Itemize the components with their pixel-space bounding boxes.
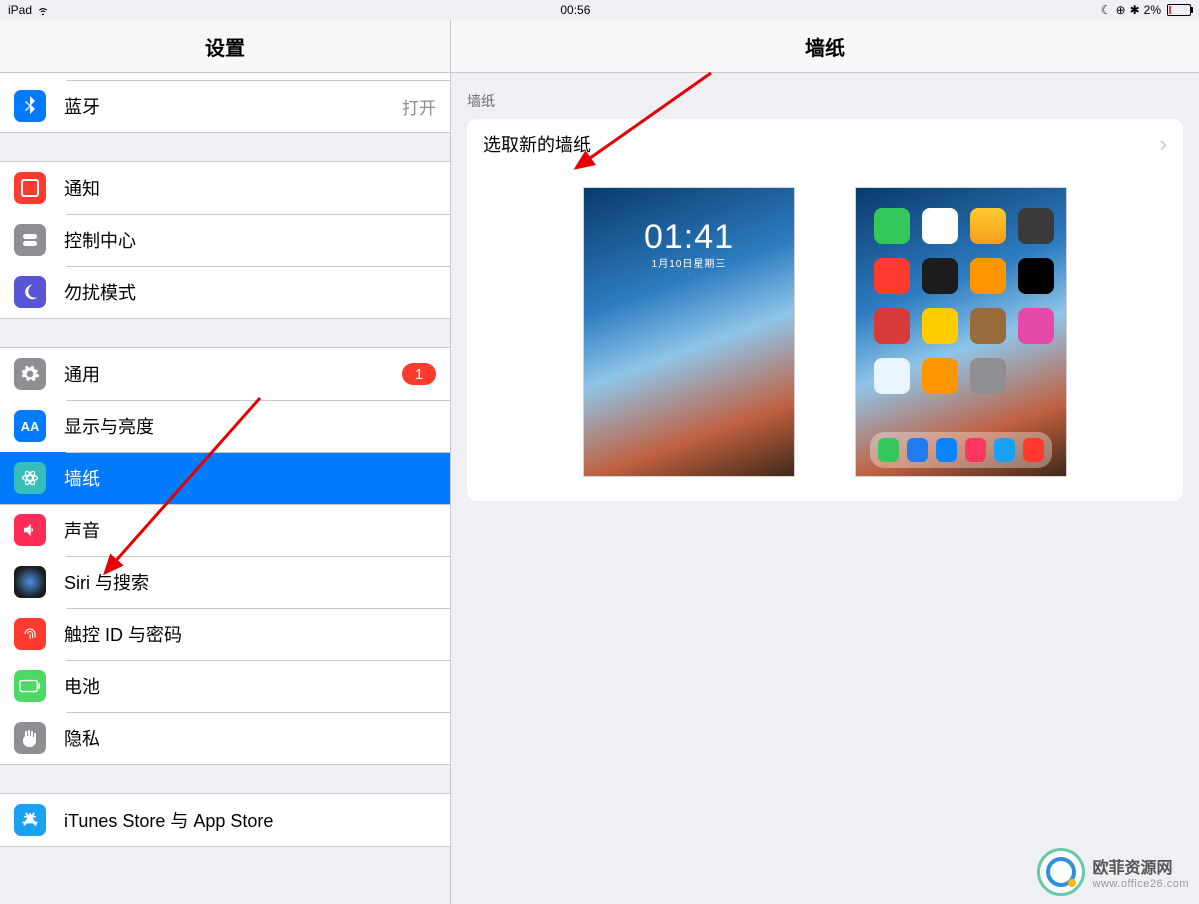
watermark-url: www.office26.com [1093,878,1189,890]
lock-date: 1月10日星期三 [584,255,794,270]
lock-rotation-icon: ⊕ [1116,3,1126,17]
sidebar-item-label: iTunes Store 与 App Store [64,807,436,833]
watermark: 欧菲资源网 www.office26.com [1037,848,1189,896]
sidebar-item-general[interactable]: 通用 1 [0,348,450,400]
sidebar-item-privacy[interactable]: 隐私 [0,712,450,764]
status-bar: iPad 00:56 ☾ ⊕ ✱ 2% [0,0,1199,20]
sidebar-item-label: Siri 与搜索 [64,569,436,595]
sidebar-item-label: 电池 [64,673,436,699]
sidebar-item-label: 显示与亮度 [64,413,436,439]
lock-time: 01:41 [584,218,794,257]
sidebar-item-siri[interactable]: Siri 与搜索 [0,556,450,608]
sidebar-item-bluetooth[interactable]: 蓝牙 打开 [0,80,450,132]
sidebar-item-control-center[interactable]: 控制中心 [0,214,450,266]
sidebar-item-label: 蓝牙 [64,93,402,119]
section-label: 墙纸 [451,73,1199,119]
sidebar-item-touchid[interactable]: 触控 ID 与密码 [0,608,450,660]
sidebar-item-unknown[interactable] [0,73,450,80]
sidebar-item-label: 通用 [64,361,402,387]
lock-subtext: · [584,270,794,277]
sidebar-item-label: 通知 [64,175,436,201]
hand-icon [14,722,46,754]
control-center-icon [14,224,46,256]
choose-wallpaper-label: 选取新的墙纸 [483,131,591,157]
battery-icon [1165,4,1191,16]
sidebar-item-label: 勿扰模式 [64,279,436,305]
clock: 00:56 [560,3,590,17]
chevron-right-icon: › [1160,131,1167,157]
moon-icon: ☾ [1101,3,1112,17]
sidebar-item-sound[interactable]: 声音 [0,504,450,556]
sidebar-item-label: 声音 [64,517,436,543]
settings-sidebar: 设置 蓝牙 打开 通知 [0,20,451,904]
sidebar-item-itunes[interactable]: iTunes Store 与 App Store [0,794,450,846]
lock-screen-preview[interactable]: 01:41 1月10日星期三 · [583,187,795,477]
siri-icon [14,566,46,598]
sidebar-item-label: 触控 ID 与密码 [64,621,436,647]
badge: 1 [402,363,436,385]
battery-pct: 2% [1144,3,1161,17]
detail-pane: 墙纸 墙纸 选取新的墙纸 › 01:41 1月10日星期三 · [451,20,1199,904]
gear-icon [14,358,46,390]
watermark-name: 欧菲资源网 [1093,854,1189,878]
watermark-logo-icon [1037,848,1085,896]
wifi-icon [36,3,50,17]
choose-wallpaper-row[interactable]: 选取新的墙纸 › [467,119,1183,169]
sidebar-item-value: 打开 [402,94,436,119]
home-app-grid [874,208,1048,394]
home-dock [870,432,1052,468]
sidebar-item-dnd[interactable]: 勿扰模式 [0,266,450,318]
appstore-icon [14,804,46,836]
sidebar-item-label: 控制中心 [64,227,436,253]
detail-title: 墙纸 [451,20,1199,73]
home-screen-preview[interactable] [855,187,1067,477]
sound-icon [14,514,46,546]
fingerprint-icon [14,618,46,650]
battery-icon [14,670,46,702]
display-icon: AA [14,410,46,442]
sidebar-item-display[interactable]: AA 显示与亮度 [0,400,450,452]
sidebar-item-notifications[interactable]: 通知 [0,162,450,214]
bluetooth-icon [14,90,46,122]
wallpaper-icon [14,462,46,494]
bluetooth-status-icon: ✱ [1130,3,1140,17]
sidebar-item-battery[interactable]: 电池 [0,660,450,712]
sidebar-item-wallpaper[interactable]: 墙纸 [0,452,450,504]
notifications-icon [14,172,46,204]
sidebar-item-label: 墙纸 [64,465,436,491]
device-label: iPad [8,3,32,17]
moon-icon [14,276,46,308]
sidebar-item-label: 隐私 [64,725,436,751]
sidebar-title: 设置 [0,20,450,73]
